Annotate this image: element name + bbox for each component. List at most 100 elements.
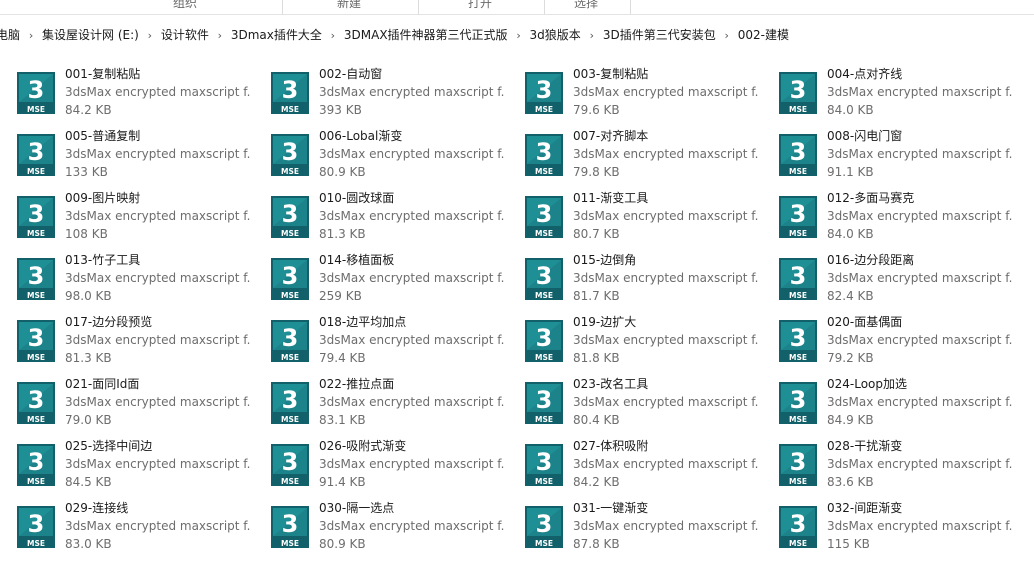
file-name: 010-圆改球面 [319,191,395,205]
file-item[interactable]: 3 MSE 007-对齐脚本 3dsMax encrypted maxscrip… [508,124,758,182]
breadcrumb-item[interactable]: 3DMAX插件神器第三代正式版 [340,24,512,46]
file-item[interactable]: 3 MSE 026-吸附式渐变 3dsMax encrypted maxscri… [254,434,504,492]
file-type: 3dsMax encrypted maxscript f... [319,209,504,223]
file-name: 026-吸附式渐变 [319,439,407,453]
file-item[interactable]: 3 MSE 015-边倒角 3dsMax encrypted maxscript… [508,248,758,306]
file-type: 3dsMax encrypted maxscript f... [319,519,504,533]
file-name: 003-复制粘贴 [573,67,649,81]
svg-text:MSE: MSE [27,415,45,424]
file-item[interactable]: 3 MSE 003-复制粘贴 3dsMax encrypted maxscrip… [508,62,758,120]
file-item[interactable]: 3 MSE 027-体积吸附 3dsMax encrypted maxscrip… [508,434,758,492]
file-item[interactable]: 3 MSE 024-Loop加选 3dsMax encrypted maxscr… [762,372,1012,430]
breadcrumb-chevron-icon[interactable]: › [585,29,599,42]
breadcrumb-chevron-icon[interactable]: › [326,29,340,42]
file-size: 91.1 KB [827,165,874,179]
file-type: 3dsMax encrypted maxscript f... [319,85,504,99]
file-item[interactable]: 3 MSE 029-连接线 3dsMax encrypted maxscript… [0,496,250,554]
file-item[interactable]: 3 MSE 009-图片映射 3dsMax encrypted maxscrip… [0,186,250,244]
file-size: 79.6 KB [573,103,620,117]
ribbon-divider [630,0,631,14]
file-item[interactable]: 3 MSE 019-边扩大 3dsMax encrypted maxscript… [508,310,758,368]
svg-text:3: 3 [282,386,299,414]
svg-text:MSE: MSE [789,105,807,114]
file-item[interactable]: 3 MSE 032-间距渐变 3dsMax encrypted maxscrip… [762,496,1012,554]
file-item[interactable]: 3 MSE 018-边平均加点 3dsMax encrypted maxscri… [254,310,504,368]
file-item[interactable]: 3 MSE 004-点对齐线 3dsMax encrypted maxscrip… [762,62,1012,120]
file-type: 3dsMax encrypted maxscript f... [65,457,250,471]
file-item[interactable]: 3 MSE 011-渐变工具 3dsMax encrypted maxscrip… [508,186,758,244]
file-item[interactable]: 3 MSE 016-边分段距离 3dsMax encrypted maxscri… [762,248,1012,306]
file-item[interactable]: 3 MSE 022-推拉点面 3dsMax encrypted maxscrip… [254,372,504,430]
file-item[interactable]: 3 MSE 017-边分段预览 3dsMax encrypted maxscri… [0,310,250,368]
file-size: 80.9 KB [319,537,366,551]
file-size: 133 KB [65,165,108,179]
breadcrumb-chevron-icon[interactable]: › [24,29,38,42]
file-name: 001-复制粘贴 [65,67,141,81]
svg-text:3: 3 [28,510,45,538]
file-item[interactable]: 3 MSE 013-竹子工具 3dsMax encrypted maxscrip… [0,248,250,306]
breadcrumb-chevron-icon[interactable]: › [720,29,734,42]
maxscript-file-icon: 3 MSE [779,444,817,486]
maxscript-file-icon: 3 MSE [525,196,563,238]
file-item[interactable]: 3 MSE 031-一键渐变 3dsMax encrypted maxscrip… [508,496,758,554]
file-type: 3dsMax encrypted maxscript f... [319,395,504,409]
svg-text:MSE: MSE [535,291,553,300]
address-bar[interactable]: 电脑 › 集设屋设计网 (E:) › 设计软件 › 3Dmax插件大全 › 3DMAX插件神器第… [0,22,1034,48]
svg-text:MSE: MSE [789,229,807,238]
file-item[interactable]: 3 MSE 005-普通复制 3dsMax encrypted maxscrip… [0,124,250,182]
file-item[interactable]: 3 MSE 012-多面马赛克 3dsMax encrypted maxscri… [762,186,1012,244]
file-item[interactable]: 3 MSE 030-隔一选点 3dsMax encrypted maxscrip… [254,496,504,554]
svg-text:MSE: MSE [535,167,553,176]
file-item[interactable]: 3 MSE 025-选择中间边 3dsMax encrypted maxscri… [0,434,250,492]
maxscript-file-icon: 3 MSE [779,72,817,114]
svg-text:3: 3 [282,138,299,166]
breadcrumb-item[interactable]: 3Dmax插件大全 [227,24,326,46]
file-grid: 3 MSE 001-复制粘贴 3dsMax encrypted maxscrip… [0,62,1034,572]
file-item[interactable]: 3 MSE 002-自动窗 3dsMax encrypted maxscript… [254,62,504,120]
svg-text:3: 3 [282,200,299,228]
svg-text:3: 3 [28,448,45,476]
file-size: 82.4 KB [827,289,874,303]
file-item[interactable]: 3 MSE 023-改名工具 3dsMax encrypted maxscrip… [508,372,758,430]
file-item[interactable]: 3 MSE 020-面基偶面 3dsMax encrypted maxscrip… [762,310,1012,368]
breadcrumb-chevron-icon[interactable]: › [143,29,157,42]
file-name: 008-闪电门窗 [827,129,903,143]
breadcrumb-item[interactable]: 设计软件 [157,24,213,46]
file-size: 83.6 KB [827,475,874,489]
file-size: 91.4 KB [319,475,366,489]
file-type: 3dsMax encrypted maxscript f... [319,333,504,347]
file-name: 009-图片映射 [65,191,141,205]
file-name: 015-边倒角 [573,253,637,267]
file-size: 84.0 KB [827,103,874,117]
svg-text:3: 3 [282,262,299,290]
breadcrumb-item[interactable]: 002-建模 [734,24,793,46]
file-item[interactable]: 3 MSE 021-面同Id面 3dsMax encrypted maxscri… [0,372,250,430]
maxscript-file-icon: 3 MSE [17,196,55,238]
file-item[interactable]: 3 MSE 010-圆改球面 3dsMax encrypted maxscrip… [254,186,504,244]
svg-text:MSE: MSE [789,167,807,176]
file-size: 81.8 KB [573,351,620,365]
file-item[interactable]: 3 MSE 028-干扰渐变 3dsMax encrypted maxscrip… [762,434,1012,492]
breadcrumb-chevron-icon[interactable]: › [512,29,526,42]
file-size: 84.9 KB [827,413,874,427]
file-item[interactable]: 3 MSE 006-Lobal渐变 3dsMax encrypted maxsc… [254,124,504,182]
maxscript-file-icon: 3 MSE [271,196,309,238]
ribbon-group-new: 新建 [336,0,361,10]
svg-text:MSE: MSE [27,353,45,362]
breadcrumb-chevron-icon[interactable]: › [213,29,227,42]
maxscript-file-icon: 3 MSE [271,506,309,548]
breadcrumb-item[interactable]: 电脑 [0,24,24,46]
breadcrumb-item[interactable]: 3D插件第三代安装包 [599,24,720,46]
file-item[interactable]: 3 MSE 008-闪电门窗 3dsMax encrypted maxscrip… [762,124,1012,182]
ribbon-group-open: 打开 [467,0,492,10]
breadcrumb-item[interactable]: 集设屋设计网 (E:) [38,24,143,46]
file-type: 3dsMax encrypted maxscript f... [65,333,250,347]
file-type: 3dsMax encrypted maxscript f... [319,147,504,161]
maxscript-file-icon: 3 MSE [271,258,309,300]
file-item[interactable]: 3 MSE 001-复制粘贴 3dsMax encrypted maxscrip… [0,62,250,120]
maxscript-file-icon: 3 MSE [271,72,309,114]
svg-text:3: 3 [790,200,807,228]
file-name: 031-一键渐变 [573,501,649,515]
file-item[interactable]: 3 MSE 014-移植面板 3dsMax encrypted maxscrip… [254,248,504,306]
breadcrumb-item[interactable]: 3d狼版本 [526,24,585,46]
